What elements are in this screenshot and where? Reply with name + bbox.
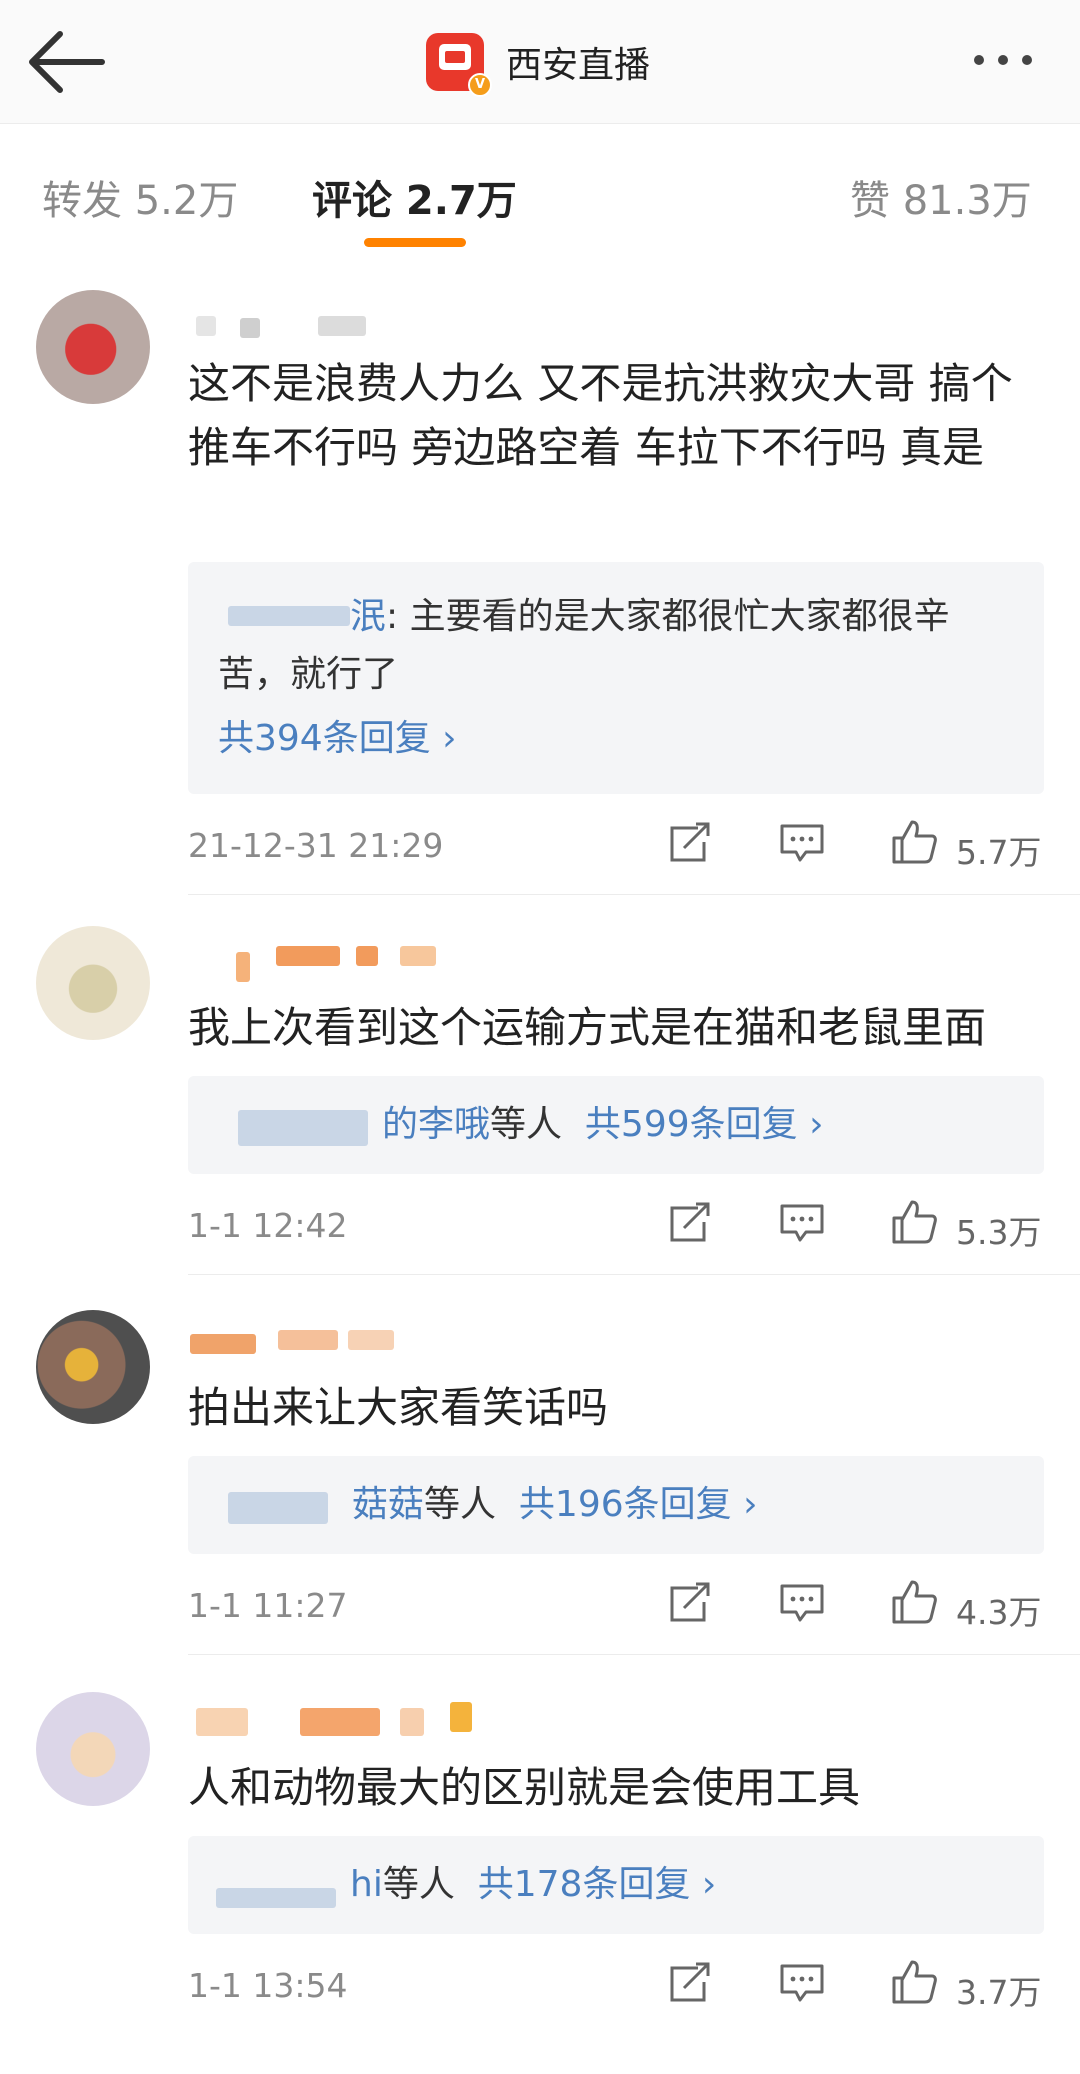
view-replies-link[interactable]: 共599条回复 › [585,1104,824,1145]
tab-bar: 转发 5.2万 评论 2.7万 赞 81.3万 [0,124,1080,252]
comment-icon[interactable] [778,822,826,866]
comment-text: 我上次看到这个运输方式是在猫和老鼠里面 [188,1003,987,1052]
comment-text: 拍出来让大家看笑话吗 [188,1383,609,1432]
divider [188,1654,1080,1655]
view-replies-link[interactable]: 共196条回复 › [519,1484,758,1525]
top-bar: V 西安直播 [0,0,1080,124]
avatar[interactable] [36,1310,150,1424]
repost-icon[interactable] [666,1962,714,2006]
comment-text: 这不是浪费人力么 又不是抗洪救灾大哥 搞个推车不行吗 旁边路空着 车拉下不行吗 … [188,359,1013,472]
page-title: 西安直播 [506,45,651,86]
comment-time: 1-1 13:54 [188,1966,348,2005]
like-icon[interactable] [890,1200,938,1244]
like-icon[interactable] [890,1960,938,2004]
like-icon[interactable] [890,820,938,864]
comment-item: 拍出来让大家看笑话吗 菇菇等人 共196条回复 › 1-1 11:27 4.3万 [0,1276,1080,1656]
like-count: 3.7万 [956,1973,1042,2012]
reply-preview[interactable]: 菇菇等人 共196条回复 › [188,1456,1044,1554]
comment-item: 人和动物最大的区别就是会使用工具 hi等人 共178条回复 › 1-1 13:5… [0,1656,1080,2074]
like-icon[interactable] [890,1580,938,1624]
reply-content: hi等人 共178条回复 › [350,1864,717,1905]
comment-icon[interactable] [778,1962,826,2006]
account-logo: V [426,33,492,97]
comment-time: 1-1 11:27 [188,1586,348,1625]
comment-text: 人和动物最大的区别就是会使用工具 [188,1763,861,1812]
repost-icon[interactable] [666,1202,714,1246]
account-header[interactable]: V 西安直播 [426,24,650,100]
comment-icon[interactable] [778,1202,826,1246]
back-arrow-icon[interactable] [24,22,114,102]
comment-time: 21-12-31 21:29 [188,826,444,865]
divider [188,1274,1080,1275]
comment-item: 这不是浪费人力么 又不是抗洪救灾大哥 搞个推车不行吗 旁边路空着 车拉下不行吗 … [0,252,1080,896]
tab-repost[interactable]: 转发 5.2万 [42,168,238,226]
reply-preview[interactable]: hi等人 共178条回复 › [188,1836,1044,1934]
like-count: 4.3万 [956,1593,1042,1632]
repost-icon[interactable] [666,822,714,866]
repost-icon[interactable] [666,1582,714,1626]
reply-content: 的李哦等人 共599条回复 › [382,1104,824,1145]
divider [188,894,1080,895]
reply-preview[interactable]: 泯: 主要看的是大家都很忙大家都很辛苦，就行了 共394条回复 › [188,562,1044,794]
view-replies-link[interactable]: 共394条回复 › [218,710,457,768]
reply-content: 泯: 主要看的是大家都很忙大家都很辛苦，就行了 [218,596,950,695]
view-replies-link[interactable]: 共178条回复 › [478,1864,717,1905]
like-count: 5.3万 [956,1213,1042,1252]
reply-preview[interactable]: 的李哦等人 共599条回复 › [188,1076,1044,1174]
tab-likes[interactable]: 赞 81.3万 [850,168,1032,226]
comment-item: 我上次看到这个运输方式是在猫和老鼠里面 的李哦等人 共599条回复 › 1-1 … [0,896,1080,1276]
active-tab-indicator [364,238,466,247]
like-count: 5.7万 [956,833,1042,872]
avatar[interactable] [36,290,150,404]
more-options-icon[interactable] [974,50,1050,70]
tab-comments[interactable]: 评论 2.7万 [312,168,517,226]
comment-time: 1-1 12:42 [188,1206,348,1245]
comment-icon[interactable] [778,1582,826,1626]
avatar[interactable] [36,926,150,1040]
verified-badge-icon: V [468,73,492,97]
avatar[interactable] [36,1692,150,1806]
reply-content: 菇菇等人 共196条回复 › [352,1484,758,1525]
